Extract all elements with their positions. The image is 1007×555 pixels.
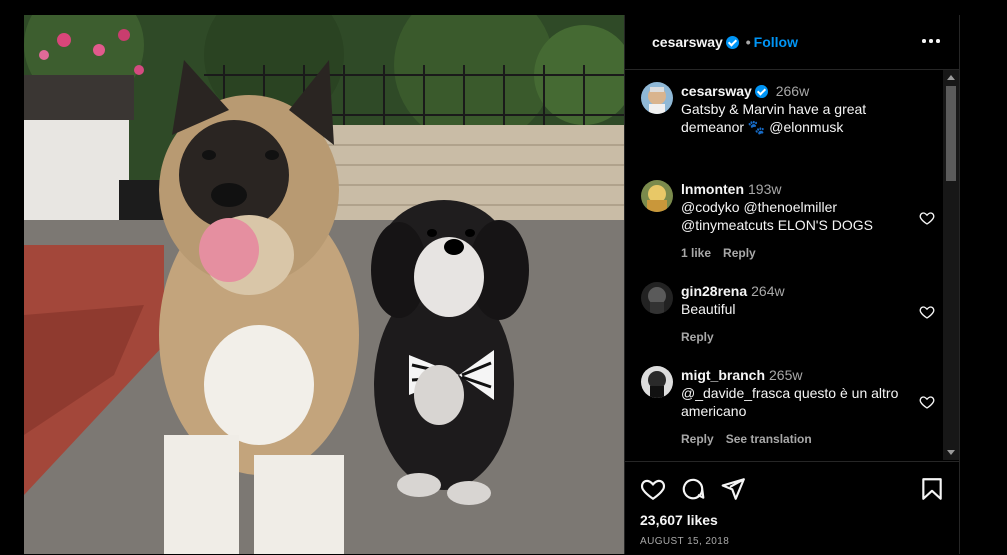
heart-icon[interactable] — [640, 476, 666, 502]
comment-username[interactable]: gin28rena — [681, 283, 747, 299]
comments-scrollbar[interactable] — [943, 70, 959, 460]
see-translation-link[interactable]: See translation — [726, 432, 812, 446]
comment-meta: Reply — [681, 330, 726, 344]
comment-icon[interactable] — [680, 476, 706, 502]
post-sidebar: cesarsway • Follow cesarsway 266w Gatsby … — [624, 15, 960, 554]
avatar[interactable] — [641, 282, 673, 314]
heart-icon[interactable] — [919, 304, 935, 320]
header-user: cesarsway • Follow — [652, 34, 798, 50]
comment-time: 264w — [751, 283, 785, 299]
reply-button[interactable]: Reply — [681, 432, 714, 446]
comment-body: @codyko @thenoelmiller @tinymeatcuts ELO… — [681, 199, 873, 233]
comment-text: lnmonten 193w @codyko @thenoelmiller @tin… — [681, 180, 911, 234]
caption-time: 266w — [775, 83, 810, 99]
caption-body: Gatsby & Marvin have a great demeanor 🐾 … — [681, 101, 867, 135]
comment-text: migt_branch 265w @_davide_frasca questo è… — [681, 366, 911, 420]
verified-badge-icon — [725, 36, 739, 49]
caption-username[interactable]: cesarsway — [681, 83, 752, 99]
post-photo — [24, 15, 624, 554]
likes-count[interactable]: 23,607 likes — [640, 512, 718, 528]
follow-button[interactable]: Follow — [754, 34, 798, 50]
post-date: AUGUST 15, 2018 — [640, 536, 730, 547]
scroll-down-arrow[interactable] — [947, 450, 955, 455]
heart-icon[interactable] — [919, 210, 935, 226]
more-options-icon[interactable] — [921, 33, 941, 49]
post-actions: 23,607 likes AUGUST 15, 2018 — [625, 461, 959, 555]
reply-button[interactable]: Reply — [723, 246, 756, 260]
post-header: cesarsway • Follow — [625, 15, 959, 70]
comment-body: Beautiful — [681, 301, 736, 317]
scroll-thumb[interactable] — [946, 86, 956, 181]
verified-badge-icon — [754, 85, 768, 98]
heart-icon[interactable] — [919, 394, 935, 410]
avatar[interactable] — [641, 366, 673, 398]
avatar[interactable] — [641, 180, 673, 212]
bookmark-icon[interactable] — [919, 476, 945, 502]
author-username[interactable]: cesarsway — [652, 34, 723, 50]
reply-button[interactable]: Reply — [681, 330, 714, 344]
comment-text: gin28rena 264w Beautiful — [681, 282, 911, 318]
separator-dot: • — [745, 34, 751, 50]
comment-time: 265w — [769, 367, 803, 383]
caption-text: cesarsway 266w Gatsby & Marvin have a gr… — [681, 82, 911, 136]
comment-meta: 1 like Reply — [681, 246, 768, 260]
comments-list[interactable]: cesarsway 266w Gatsby & Marvin have a gr… — [625, 70, 943, 460]
comment-time: 193w — [748, 181, 782, 197]
share-icon[interactable] — [720, 476, 746, 502]
comment-username[interactable]: migt_branch — [681, 367, 765, 383]
comment-meta: Reply See translation — [681, 432, 824, 446]
comment-body: @_davide_frasca questo è un altro americ… — [681, 385, 899, 419]
comment-username[interactable]: lnmonten — [681, 181, 744, 197]
comment-likes-count[interactable]: 1 like — [681, 246, 711, 260]
scroll-up-arrow[interactable] — [947, 75, 955, 80]
avatar[interactable] — [641, 82, 673, 114]
